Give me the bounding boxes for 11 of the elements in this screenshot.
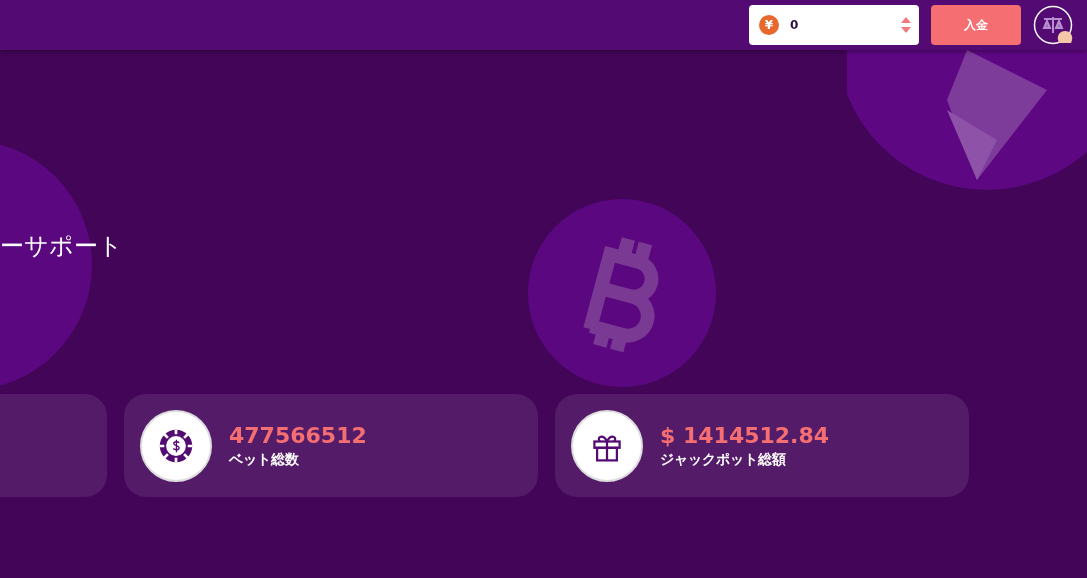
balance-field[interactable]: ¥ 0: [749, 5, 919, 45]
up-down-arrows-icon[interactable]: [901, 17, 911, 33]
hero-heading: ーサポート: [0, 231, 124, 262]
poker-chip-icon: [158, 427, 194, 464]
stat-label: ジャックポット総額: [660, 450, 787, 469]
stat-label: ベット総数: [229, 450, 300, 469]
stat-value: $ 1414512.84: [660, 422, 830, 448]
stat-value: 477566512: [229, 422, 367, 448]
currency-icon: ¥: [759, 15, 779, 35]
avatar-icon[interactable]: [1033, 5, 1073, 45]
balance-value: 0: [790, 18, 800, 32]
